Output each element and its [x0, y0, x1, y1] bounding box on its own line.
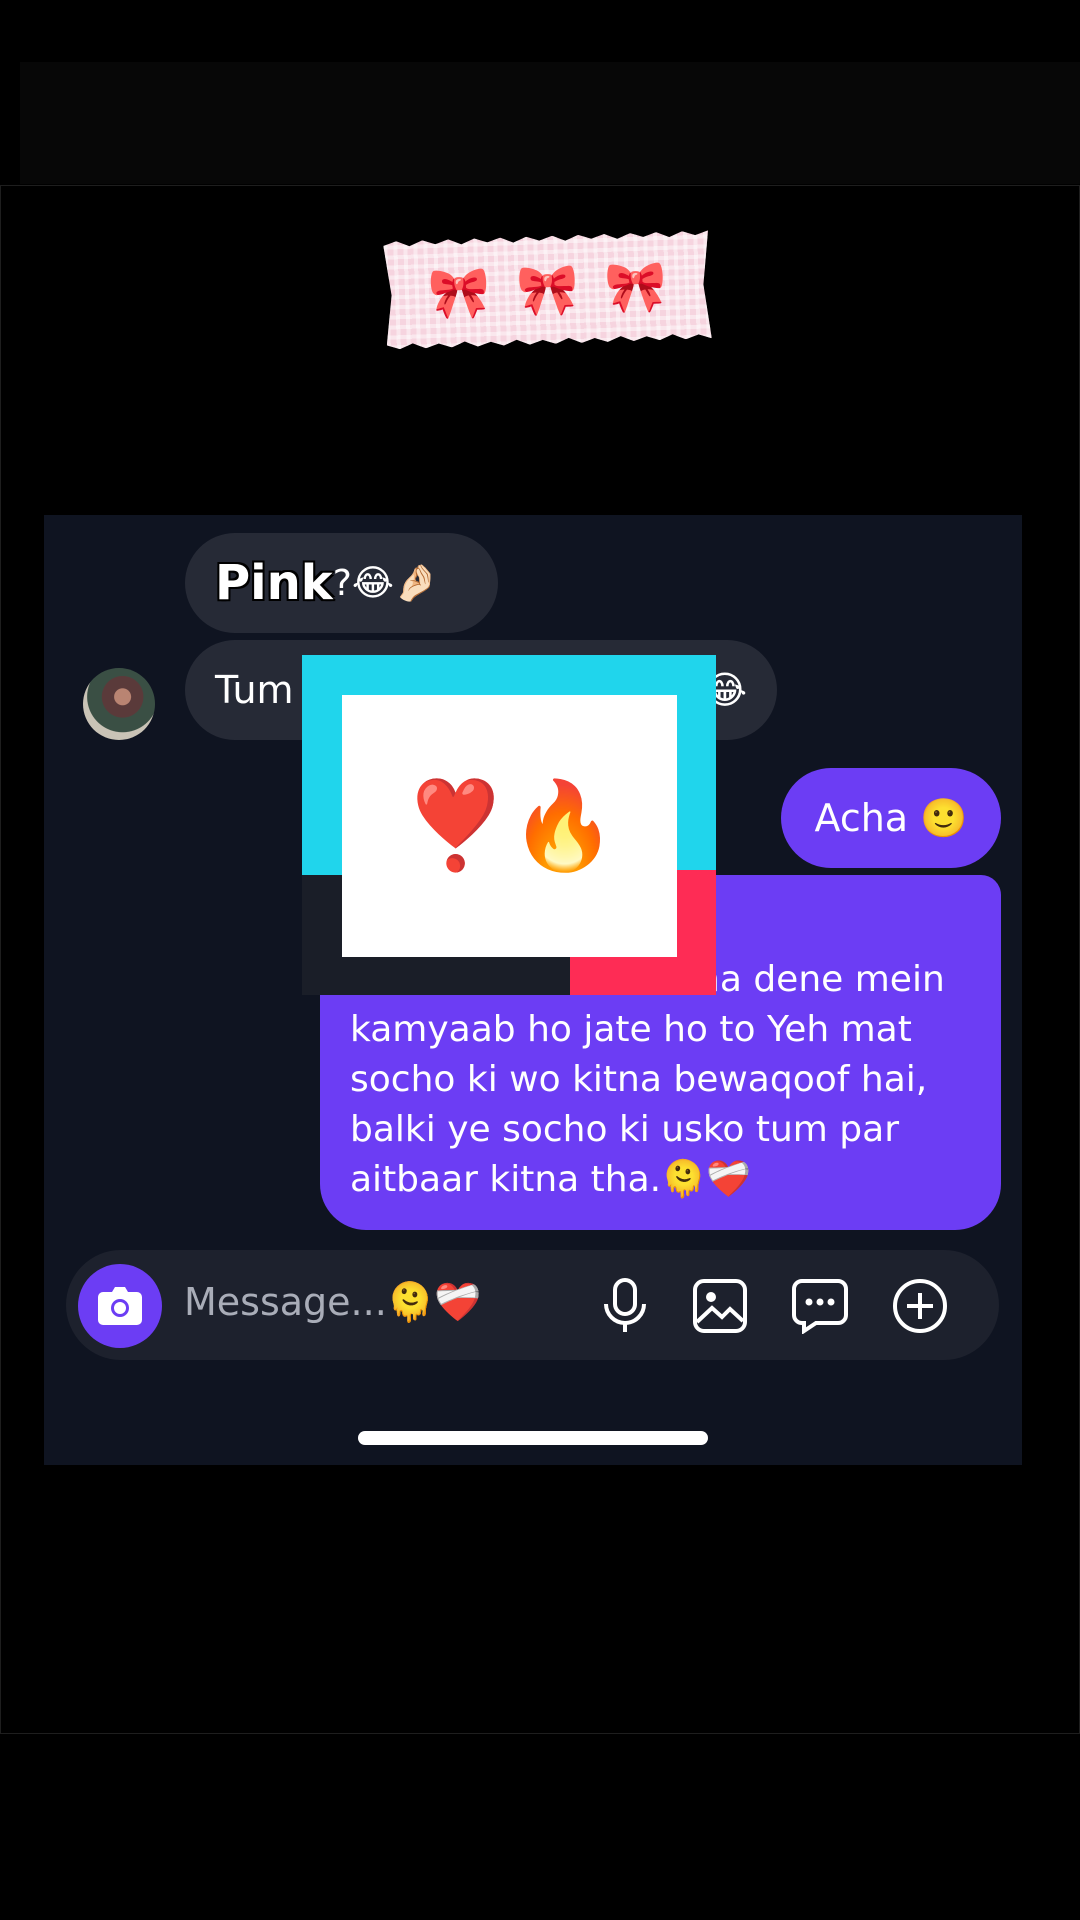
add-button[interactable] [892, 1278, 948, 1334]
message-text: ?😂🤌🏻 [332, 563, 439, 604]
sticker-chat-button[interactable] [792, 1278, 848, 1334]
outgoing-message-bubble[interactable]: Acha 🙂 [781, 768, 1001, 868]
avatar[interactable] [83, 668, 155, 740]
message-emphasis-text: Pink [214, 554, 334, 612]
washi-tape-sticker: 🎀 🎀 🎀 [383, 230, 712, 349]
message-text: Tum [215, 668, 294, 712]
bow-icon: 🎀 [603, 256, 668, 317]
overlay-sticker-card: ❣️🔥 [342, 695, 677, 957]
sticker-chat-icon [792, 1279, 848, 1334]
bow-icon: 🎀 [427, 263, 492, 324]
gallery-button[interactable] [692, 1278, 748, 1334]
frame-bottom-line [0, 1733, 1080, 1734]
message-line: socho ki wo kitna bewaqoof hai, [350, 1059, 928, 1100]
plus-circle-icon [893, 1279, 947, 1333]
camera-button[interactable] [78, 1264, 162, 1348]
message-line: aitbaar kitna tha.🫠❤️‍🩹 [350, 1159, 751, 1200]
incoming-message-bubble[interactable]: Pink ?😂🤌🏻 [185, 533, 498, 633]
frame-left-line [0, 185, 1, 1733]
camera-icon [98, 1287, 142, 1325]
message-text: Acha 🙂 [814, 795, 968, 840]
frame-top-line [0, 185, 1080, 186]
bow-icon: 🎀 [515, 259, 580, 321]
heart-fire-emoji: ❣️🔥 [402, 776, 617, 876]
message-line: balki ye socho ki usko tum par [350, 1109, 900, 1150]
microphone-icon [604, 1278, 646, 1332]
microphone-button[interactable] [597, 1278, 653, 1334]
top-band [20, 62, 1080, 184]
message-input[interactable]: Message...🫠❤️‍🩹 [184, 1280, 481, 1325]
gallery-icon [693, 1279, 747, 1333]
home-indicator [358, 1431, 708, 1445]
message-line: kamyaab ho jate ho to Yeh mat [350, 1009, 912, 1050]
